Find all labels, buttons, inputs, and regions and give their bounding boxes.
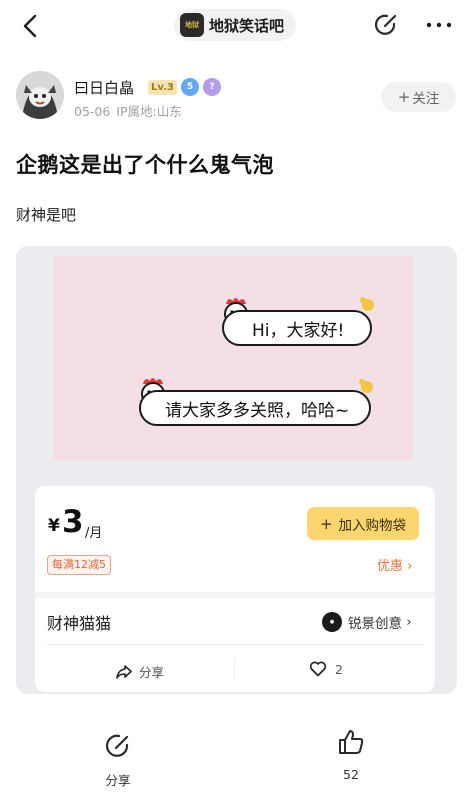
card-like-button[interactable]: 2 — [309, 661, 343, 677]
chevron-right-icon: › — [403, 559, 413, 574]
card-share-button[interactable]: 分享 — [115, 662, 164, 681]
bottom-share-button[interactable]: 分享 — [94, 732, 142, 789]
honor-badge-icon: ? — [203, 78, 221, 96]
edit-share-icon — [105, 734, 129, 757]
bottom-like-count: 52 — [343, 767, 359, 782]
edit-icon[interactable] — [372, 11, 400, 39]
ip-location: IP属地:山东 — [116, 104, 182, 119]
price-panel: ¥ 3 /月 + 加入购物袋 每满12减5 优惠 › 财神猫猫 ● 锐景创意 ›… — [35, 486, 435, 692]
price-unit: /月 — [85, 526, 103, 541]
top-bar: 地狱 地狱笑话吧 — [0, 0, 471, 52]
forum-avatar: 地狱 — [180, 13, 204, 37]
divider — [35, 592, 435, 598]
post-title: 企鹅这是出了个什么鬼气泡 — [16, 153, 274, 177]
greeting-bubble-text: 请大家多多关照，哈哈~ — [165, 400, 350, 421]
price-currency: ¥ — [48, 516, 60, 536]
hello-bubble: Hi，大家好! — [222, 310, 372, 346]
bottom-like-button[interactable]: 52 — [330, 728, 372, 782]
product-card[interactable]: Hi，大家好! 请大家多多关照，哈哈~ ¥ 3 /月 + 加入购物袋 每满12减… — [16, 246, 457, 694]
post-meta: 05-06 IP属地:山东 — [74, 101, 182, 120]
back-icon[interactable] — [18, 12, 46, 40]
level-badge: Lv.3 — [148, 80, 177, 95]
author-name[interactable]: 曰日白皛 — [74, 77, 134, 98]
brand-logo: ● — [322, 612, 342, 632]
divider — [234, 658, 235, 680]
plus-icon: + — [319, 514, 333, 533]
avatar-image — [16, 71, 64, 119]
discount-tag: 每满12减5 — [47, 555, 111, 575]
add-to-cart-button[interactable]: + 加入购物袋 — [307, 507, 419, 540]
card-share-label: 分享 — [139, 665, 165, 680]
author-avatar[interactable] — [16, 71, 64, 119]
post-body: 财神是吧 — [16, 206, 77, 224]
thumbs-up-icon — [339, 730, 364, 754]
heart-icon — [309, 661, 327, 677]
forum-chip[interactable]: 地狱 地狱笑话吧 — [174, 9, 297, 41]
forum-name: 地狱笑话吧 — [209, 16, 285, 35]
share-arrow-icon — [116, 664, 132, 679]
chevron-right-icon: › — [402, 614, 412, 630]
price-value: 3 — [62, 504, 84, 540]
divider — [47, 644, 423, 645]
bottom-share-label: 分享 — [105, 773, 131, 788]
follow-button[interactable]: + 关注 — [381, 82, 456, 112]
card-like-count: 2 — [335, 661, 343, 677]
plus-icon: + — [397, 88, 411, 106]
product-name: 财神猫猫 — [47, 614, 112, 633]
promo-link[interactable]: 优惠 › — [377, 555, 412, 574]
add-to-cart-label: 加入购物袋 — [338, 517, 407, 534]
greeting-bubble: 请大家多多关照，哈哈~ — [139, 390, 371, 426]
post-date: 05-06 — [74, 104, 111, 119]
member-badge-icon: 5 — [181, 78, 199, 96]
brand-name: 锐景创意 — [348, 616, 402, 632]
bubble-sticker-preview: Hi，大家好! 请大家多多关照，哈哈~ — [53, 256, 413, 460]
brand-link[interactable]: ● 锐景创意 › — [322, 612, 412, 632]
hello-bubble-text: Hi，大家好! — [252, 320, 345, 341]
forum-avatar-text: 地狱 — [185, 20, 199, 29]
more-dots-icon[interactable] — [424, 14, 454, 36]
follow-label: 关注 — [412, 91, 440, 107]
promo-label: 优惠 — [377, 559, 404, 574]
